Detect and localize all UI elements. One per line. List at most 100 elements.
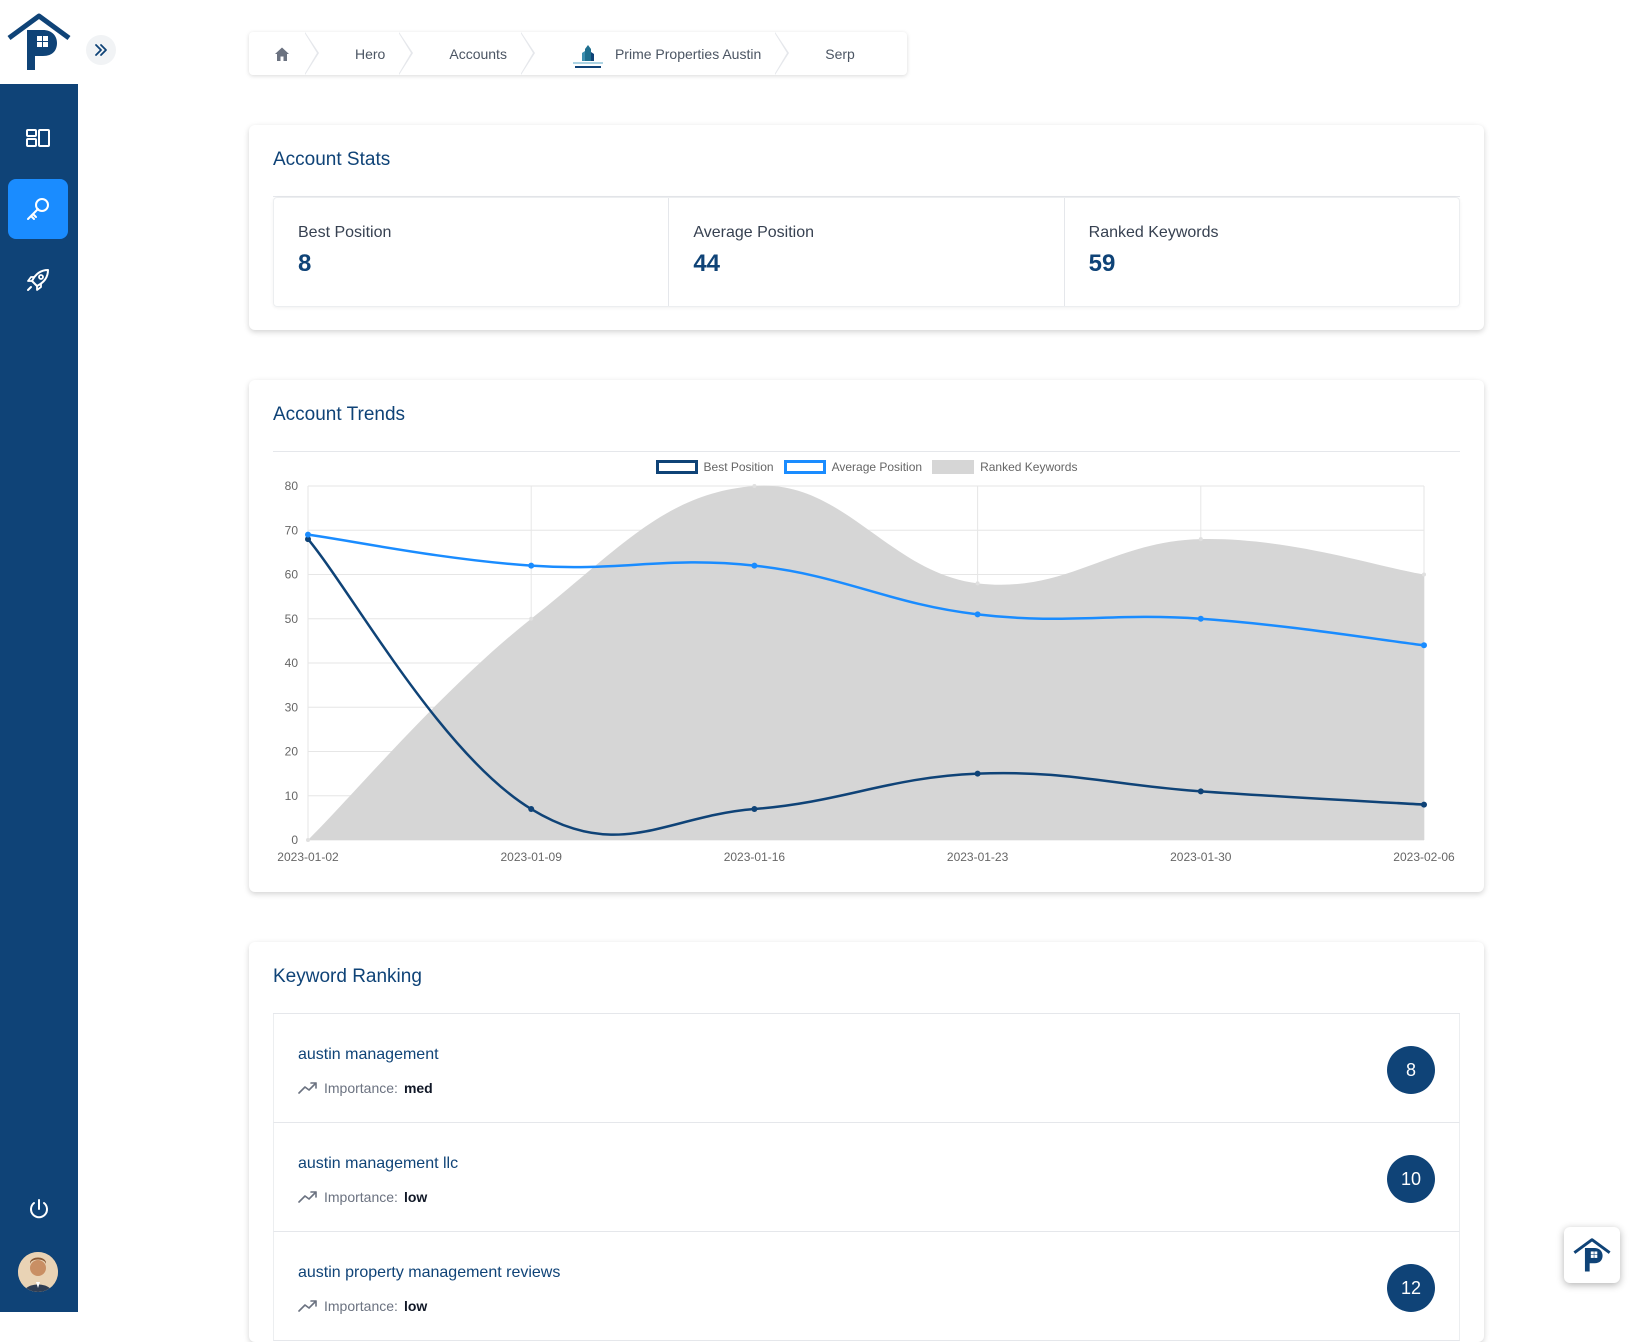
legend-item[interactable]: Ranked Keywords [932,460,1077,474]
data-point [1421,642,1427,649]
data-point [1197,615,1204,622]
y-tick-label: 70 [285,523,299,537]
stat-value: 8 [298,250,312,277]
house-p-logo-icon [1573,1238,1611,1272]
importance-value: med [403,1080,433,1096]
home-icon [275,47,289,61]
power-icon [30,1199,48,1219]
stat-label: Best Position [298,224,392,241]
legend-swatch [932,460,975,474]
data-point [306,838,310,842]
series-line [307,533,1425,647]
account-trends-card: Account Trends Best Position Average Pos… [249,380,1484,892]
data-point [529,616,534,621]
keyword-item[interactable]: austin property management reviews Impor… [273,1232,1460,1341]
card-title: Keyword Ranking [273,966,422,987]
breadcrumb-serp[interactable]: Serp [789,32,883,75]
importance-label: Importance: [324,1189,398,1205]
data-point [1422,572,1426,577]
stat-value: 44 [693,250,721,277]
nav-keywords[interactable] [8,179,68,239]
rocket-icon [27,269,49,291]
data-point [1421,801,1427,808]
card-title: Account Stats [273,149,391,170]
nav-dashboard[interactable] [8,108,68,168]
breadcrumb-home[interactable] [249,32,319,75]
y-tick-label: 80 [285,479,299,493]
card-title: Account Trends [273,404,406,425]
brand-logo[interactable] [0,0,78,84]
x-tick-label: 2023-01-30 [1170,850,1232,864]
breadcrumb-label: Accounts [449,45,507,62]
keyword-name[interactable]: austin property management reviews [298,1264,560,1282]
stats-row: Best Position 8 Average Position 44 Rank… [273,197,1460,307]
key-icon [27,198,49,220]
rank-badge: 12 [1387,1264,1435,1312]
y-tick-label: 10 [285,789,299,803]
data-point [305,531,311,538]
breadcrumb-label: Hero [355,45,386,62]
keyword-ranking-card: Keyword Ranking austin management Import… [249,942,1484,1342]
stat-average-position: Average Position 44 [669,198,1065,306]
house-p-logo-icon [7,13,71,70]
keyword-item[interactable]: austin management llc Importance: low 10 [273,1123,1460,1232]
legend-item[interactable]: Best Position [655,460,774,474]
user-avatar[interactable] [18,1252,58,1292]
y-tick-label: 0 [291,833,298,847]
help-widget-button[interactable] [1564,1227,1620,1283]
importance-value: low [403,1189,428,1205]
data-point [528,562,535,569]
nav-launch[interactable] [8,250,68,310]
y-tick-label: 30 [285,700,299,714]
data-point [751,806,758,813]
data-point [751,562,758,569]
sidebar [0,0,78,1312]
legend-label: Ranked Keywords [980,460,1078,474]
legend-item[interactable]: Average Position [783,460,922,474]
stat-best-position: Best Position 8 [274,198,670,306]
trending-up-icon [298,1300,317,1312]
breadcrumb-hero[interactable]: Hero [319,32,414,75]
x-tick-label: 2023-02-06 [1393,850,1455,864]
y-tick-label: 20 [285,745,299,759]
y-tick-label: 50 [285,612,299,626]
breadcrumb-label: Serp [825,45,855,62]
x-tick-label: 2023-01-09 [501,850,563,864]
x-tick-label: 2023-01-16 [724,850,786,864]
legend-swatch [655,460,698,474]
divider [273,451,1460,452]
importance-label: Importance: [324,1080,398,1096]
data-point [305,536,311,543]
data-point [528,806,535,813]
legend-swatch [783,460,826,474]
data-point [752,484,757,488]
breadcrumb-account[interactable]: Prime Properties Austin [535,32,790,75]
data-point [1197,788,1204,795]
chart-legend: Best Position Average Position Ranked Ke… [249,460,1484,474]
breadcrumb-label: Prime Properties Austin [614,45,762,62]
logout-button[interactable] [24,1194,54,1224]
data-point [975,581,980,586]
keyword-importance: Importance: low [298,1189,427,1205]
dashboard-icon [26,129,50,147]
trending-up-icon [298,1082,317,1094]
breadcrumb: Hero Accounts Prime Properties Austin Se… [249,32,907,75]
keyword-name[interactable]: austin management [298,1046,439,1064]
series-line [307,538,1425,836]
sidebar-expand-button[interactable] [86,35,116,65]
stat-label: Average Position [693,224,814,241]
data-point [974,611,981,618]
stat-label: Ranked Keywords [1088,224,1219,241]
trending-up-icon [298,1191,317,1203]
stat-value: 59 [1088,250,1116,277]
keyword-list: austin management Importance: med 8 aust… [273,1014,1460,1341]
breadcrumb-accounts[interactable]: Accounts [413,32,535,75]
legend-label: Best Position [703,460,774,474]
data-point [974,770,981,777]
keyword-item[interactable]: austin management Importance: med 8 [273,1014,1460,1123]
trends-chart: 0 10 20 30 40 50 60 70 80 2023-01-02 2023-01-09 202… [277,479,1455,864]
keyword-name[interactable]: austin management llc [298,1155,458,1173]
stat-ranked-keywords: Ranked Keywords 59 [1065,198,1459,306]
avatar-image-icon [18,1252,58,1292]
y-tick-label: 40 [285,656,299,670]
